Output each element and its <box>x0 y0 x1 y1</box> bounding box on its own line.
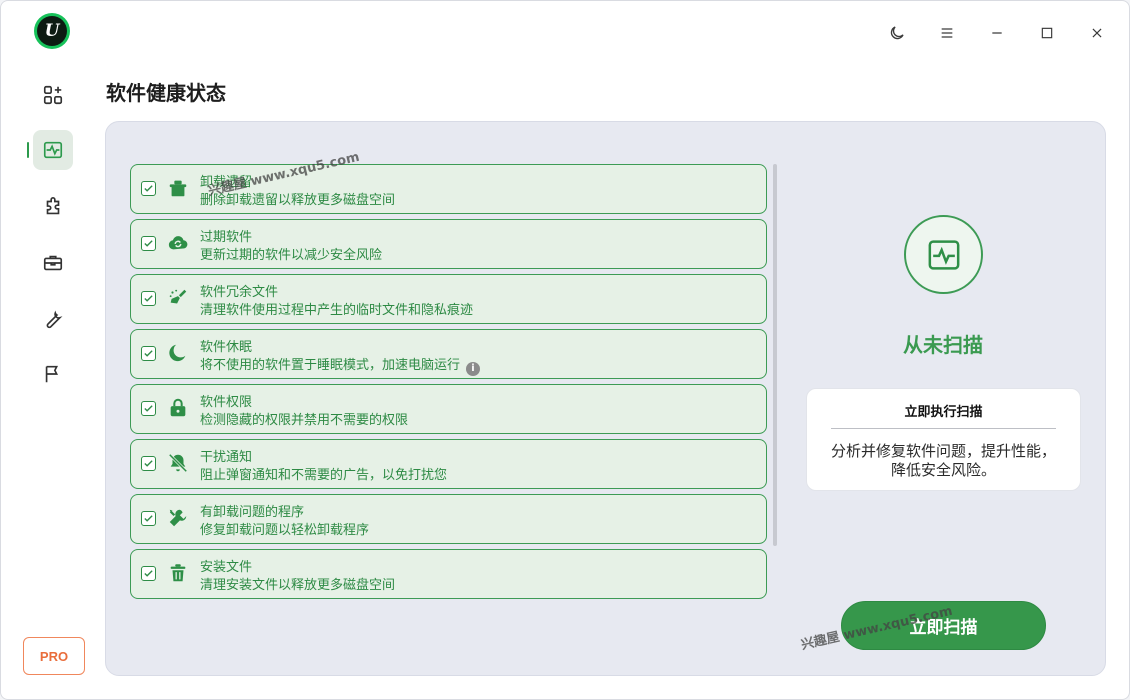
scan-now-button[interactable]: 立即扫描 <box>841 601 1046 650</box>
list-item-notifications[interactable]: 干扰通知 阻止弹窗通知和不需要的广告，以免打扰您 <box>130 439 767 489</box>
checkbox[interactable] <box>141 566 156 581</box>
item-title: 软件权限 <box>200 395 253 410</box>
item-description: 修复卸载问题以轻松卸载程序 <box>200 523 370 538</box>
app-logo-letter: U <box>37 16 67 46</box>
info-icon[interactable]: i <box>466 361 481 376</box>
card-divider <box>831 428 1056 429</box>
minimize-icon[interactable] <box>985 21 1009 45</box>
list-item-hibernate[interactable]: 软件休眠 将不使用的软件置于睡眠模式，加速电脑运行 i <box>130 329 767 379</box>
card-body: 分析并修复软件问题，提升性能，降低安全风险。 <box>831 442 1057 479</box>
list-item-outdated[interactable]: 过期软件 更新过期的软件以减少安全风险 <box>130 219 767 269</box>
pro-button[interactable]: PRO <box>23 637 85 675</box>
list-item-uninstall-issues[interactable]: 有卸载问题的程序 修复卸载问题以轻松卸载程序 <box>130 494 767 544</box>
item-title: 过期软件 <box>200 230 253 245</box>
item-description: 阻止弹窗通知和不需要的广告，以免打扰您 <box>200 468 448 483</box>
status-pulse-icon <box>904 215 983 294</box>
sidebar-item-toolbox[interactable] <box>33 243 73 283</box>
leftover-icon <box>166 176 190 200</box>
sidebar-active-indicator <box>27 142 29 158</box>
tools-icon <box>166 506 190 530</box>
lock-icon <box>166 396 190 420</box>
maximize-icon[interactable] <box>1035 21 1059 45</box>
wrench-icon <box>46 310 63 329</box>
sidebar-item-apps[interactable] <box>33 75 73 115</box>
item-description: 清理安装文件以释放更多磁盘空间 <box>200 578 396 593</box>
sidebar-item-plugins[interactable] <box>33 187 73 227</box>
toolbox-icon <box>43 255 63 271</box>
sidebar-item-health[interactable] <box>33 130 73 170</box>
moon-icon[interactable] <box>885 21 909 45</box>
checkbox[interactable] <box>141 511 156 526</box>
checkbox[interactable] <box>141 346 156 361</box>
checkbox[interactable] <box>141 456 156 471</box>
item-description: 清理软件使用过程中产生的临时文件和隐私痕迹 <box>200 303 474 318</box>
flag-icon <box>45 365 59 383</box>
bell-off-icon <box>166 451 190 475</box>
item-title: 安装文件 <box>200 560 253 575</box>
scan-status: 从未扫描 <box>903 333 983 357</box>
scan-info-card: 立即执行扫描 分析并修复软件问题，提升性能，降低安全风险。 <box>806 388 1081 491</box>
item-description: 检测隐藏的权限并禁用不需要的权限 <box>200 413 409 428</box>
trash-icon <box>166 561 190 585</box>
update-cloud-icon <box>166 231 190 255</box>
puzzle-icon <box>46 197 60 215</box>
item-title: 软件冗余文件 <box>200 285 279 300</box>
item-description: 更新过期的软件以减少安全风险 <box>200 248 383 263</box>
item-title: 卸载遗留 <box>200 175 253 190</box>
card-title: 立即执行扫描 <box>904 405 983 420</box>
checkbox[interactable] <box>141 401 156 416</box>
item-title: 软件休眠 <box>200 340 253 355</box>
list-scrollbar[interactable] <box>773 164 777 546</box>
checkbox[interactable] <box>141 291 156 306</box>
apps-grid-icon <box>43 85 63 105</box>
pulse-icon <box>43 141 63 159</box>
broom-icon <box>166 286 190 310</box>
list-item-permissions[interactable]: 软件权限 检测隐藏的权限并禁用不需要的权限 <box>130 384 767 434</box>
close-icon[interactable] <box>1085 21 1109 45</box>
list-item-leftovers[interactable]: 卸载遗留 删除卸载遗留以释放更多磁盘空间 <box>130 164 767 214</box>
item-description-text: 将不使用的软件置于睡眠模式，加速电脑运行 <box>200 358 461 373</box>
list-item-install-files[interactable]: 安装文件 清理安装文件以释放更多磁盘空间 <box>130 549 767 599</box>
item-title: 有卸载问题的程序 <box>200 505 305 520</box>
app-window: U PRO 软件健康状态 卸载遗留 删除卸载遗留以释放更多磁盘空间 过期软件 更… <box>0 0 1130 700</box>
page-title: 软件健康状态 <box>106 81 226 105</box>
checkbox[interactable] <box>141 236 156 251</box>
checkbox[interactable] <box>141 181 156 196</box>
item-description: 删除卸载遗留以释放更多磁盘空间 <box>200 193 396 208</box>
menu-icon[interactable] <box>935 21 959 45</box>
app-logo: U <box>34 13 70 49</box>
item-title: 干扰通知 <box>200 450 253 465</box>
list-item-junk-files[interactable]: 软件冗余文件 清理软件使用过程中产生的临时文件和隐私痕迹 <box>130 274 767 324</box>
sidebar-item-tools[interactable] <box>33 299 73 339</box>
sidebar-item-action-center[interactable] <box>33 354 73 394</box>
item-description: 将不使用的软件置于睡眠模式，加速电脑运行 i <box>200 354 481 376</box>
sleep-moon-icon <box>166 341 190 365</box>
